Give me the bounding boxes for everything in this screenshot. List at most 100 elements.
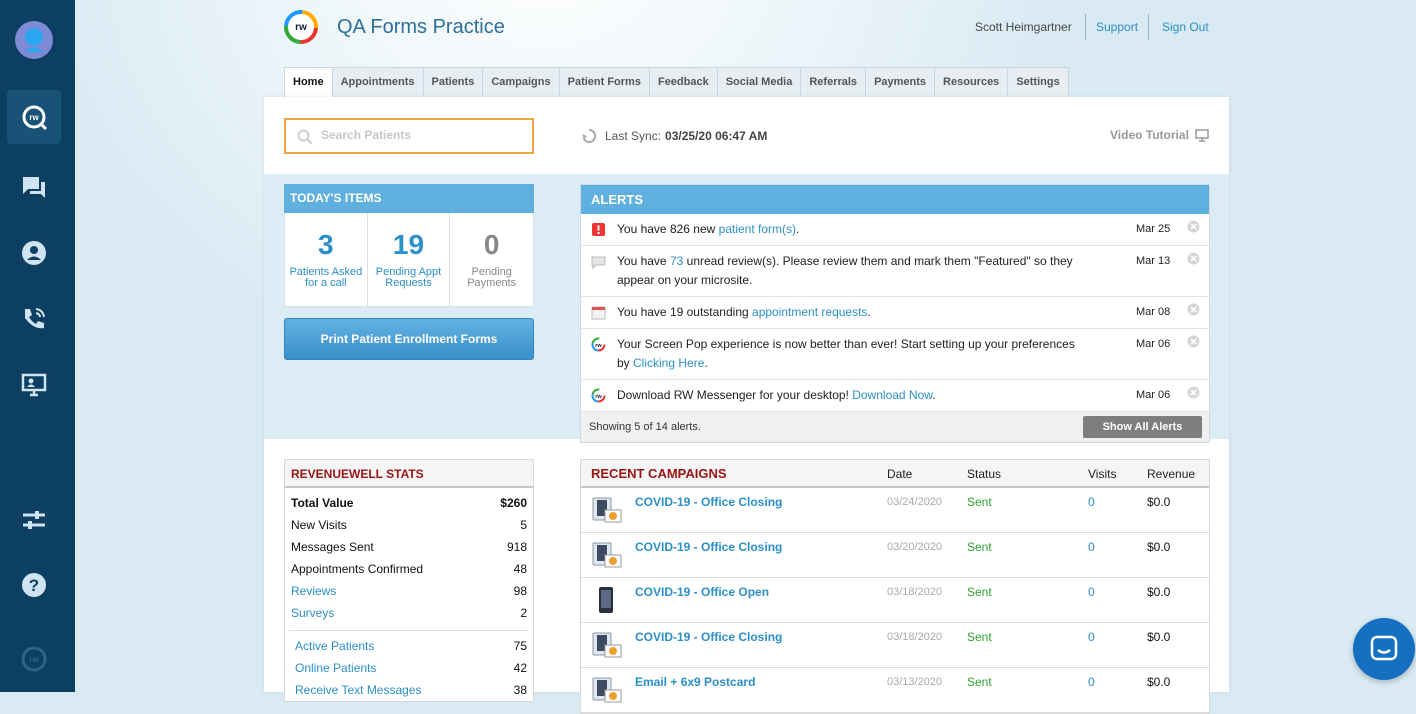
header-divider <box>1148 14 1149 40</box>
alert-link[interactable]: Download Now <box>852 388 932 402</box>
campaign-status: Sent <box>967 630 992 644</box>
tab-resources[interactable]: Resources <box>934 67 1009 97</box>
rail-calls-button[interactable] <box>7 292 61 346</box>
campaign-row: COVID-19 - Office Closing 03/18/2020 Sent 0… <box>581 623 1209 668</box>
chat-icon <box>23 177 45 198</box>
campaign-revenue: $0.0 <box>1147 495 1171 509</box>
svg-text:rw: rw <box>29 113 39 122</box>
alert-text-post: . <box>796 222 800 236</box>
campaign-visits-link[interactable]: 0 <box>1088 630 1095 644</box>
count-pending-appt-requests[interactable]: 19 Pending Appt Requests <box>368 213 451 306</box>
stats-row[interactable]: Surveys 2 <box>285 602 533 624</box>
stats-label: Online Patients <box>295 661 377 675</box>
rail-help-button[interactable]: ? <box>7 558 61 612</box>
campaign-status: Sent <box>967 495 992 509</box>
stats-row[interactable]: Reviews 98 <box>285 580 533 602</box>
tab-campaigns[interactable]: Campaigns <box>482 67 560 97</box>
rail-settings-button[interactable] <box>7 493 61 547</box>
alert-item: You have 73 unread review(s). Please rev… <box>581 246 1209 297</box>
rail-messages-button[interactable] <box>7 160 61 214</box>
tab-appointments[interactable]: Appointments <box>331 67 424 97</box>
video-tutorial-link[interactable]: Video Tutorial <box>1110 128 1209 142</box>
rail-rw-button[interactable]: rw <box>7 632 61 686</box>
tab-settings[interactable]: Settings <box>1007 67 1069 97</box>
campaign-visits-link[interactable]: 0 <box>1088 675 1095 689</box>
alert-link[interactable]: Clicking Here <box>633 356 704 370</box>
alert-text-pre: You have 19 outstanding <box>617 305 753 319</box>
stats-label: New Visits <box>291 518 347 532</box>
campaign-date: 03/24/2020 <box>887 496 943 508</box>
tab-payments[interactable]: Payments <box>865 67 936 97</box>
dismiss-alert-icon[interactable] <box>1187 220 1200 233</box>
campaign-row: Email + 6x9 Postcard 03/13/2020 Sent 0 $0.0 <box>581 668 1209 713</box>
stats-divider <box>289 630 529 631</box>
stats-label: Active Patients <box>295 639 375 653</box>
alert-link[interactable]: 73 <box>670 254 683 268</box>
stats-value: 38 <box>513 683 527 697</box>
revenuewell-stats-panel: REVENUEWELL STATS Total Value $260 New Vis… <box>284 459 534 702</box>
help-icon: ? <box>22 573 46 597</box>
alerts-panel: ALERTS You have 826 new patient form(s).… <box>580 184 1210 443</box>
campaign-visits-link[interactable]: 0 <box>1088 495 1095 509</box>
alert-link[interactable]: appointment requests <box>752 305 867 319</box>
rail-profile-button[interactable] <box>7 226 61 280</box>
print-enrollment-forms-button[interactable]: Print Patient Enrollment Forms <box>284 318 534 360</box>
monitor-icon <box>1195 128 1209 142</box>
sync-icon[interactable] <box>581 128 597 144</box>
campaign-visits-link[interactable]: 0 <box>1088 585 1095 599</box>
tab-feedback[interactable]: Feedback <box>648 67 718 97</box>
search-icon <box>297 129 313 145</box>
dismiss-alert-icon[interactable] <box>1187 386 1200 399</box>
tab-referrals[interactable]: Referrals <box>800 67 867 97</box>
dismiss-alert-icon[interactable] <box>1187 252 1200 265</box>
count-patients-asked-call[interactable]: 3 Patients Asked for a call <box>285 213 368 306</box>
user-name: Scott Heimgartner <box>975 20 1072 34</box>
tab-patient-forms[interactable]: Patient Forms <box>558 67 650 97</box>
search-box[interactable] <box>284 118 534 154</box>
count-value: 19 <box>392 229 425 260</box>
dismiss-alert-icon[interactable] <box>1187 303 1200 316</box>
campaign-status: Sent <box>967 585 992 599</box>
show-all-alerts-button[interactable]: Show All Alerts <box>1083 416 1202 438</box>
campaign-name-link[interactable]: COVID-19 - Office Closing <box>635 540 782 554</box>
header-divider <box>1085 14 1086 40</box>
stats-row: Appointments Confirmed 48 <box>285 558 533 580</box>
support-link[interactable]: Support <box>1096 20 1138 34</box>
tab-patients[interactable]: Patients <box>422 67 484 97</box>
svg-text:?: ? <box>29 576 39 595</box>
campaign-revenue: $0.0 <box>1147 675 1171 689</box>
count-pending-payments[interactable]: 0 Pending Payments <box>450 213 533 306</box>
count-label: Pending Payments <box>467 266 517 289</box>
stats-label: Appointments Confirmed <box>291 562 424 576</box>
avatar[interactable] <box>7 13 61 67</box>
campaign-revenue: $0.0 <box>1147 540 1171 554</box>
dismiss-alert-icon[interactable] <box>1187 335 1200 348</box>
search-input[interactable] <box>319 127 524 143</box>
sign-out-link[interactable]: Sign Out <box>1162 20 1209 34</box>
alert-link[interactable]: patient form(s) <box>719 222 796 236</box>
alerts-footer: Showing 5 of 14 alerts. Show All Alerts <box>581 412 1209 442</box>
campaign-name-link[interactable]: COVID-19 - Office Closing <box>635 630 782 644</box>
stats-row[interactable]: Receive Text Messages 38 <box>285 679 533 701</box>
main-page: rw QA Forms Practice Scott Heimgartner S… <box>75 0 1416 714</box>
campaign-name-link[interactable]: Email + 6x9 Postcard <box>635 675 755 689</box>
rail-screen-button[interactable] <box>7 358 61 412</box>
sync-value: 03/25/20 06:47 AM <box>665 129 768 143</box>
alert-text-post: . <box>704 356 708 370</box>
campaign-row: COVID-19 - Office Open 03/18/2020 Sent 0 $0.… <box>581 578 1209 623</box>
campaign-date: 03/18/2020 <box>887 586 943 598</box>
rail-home-button[interactable]: rw <box>7 90 61 144</box>
stats-row[interactable]: Online Patients 42 <box>285 657 533 679</box>
campaign-name-link[interactable]: COVID-19 - Office Open <box>635 585 769 599</box>
campaign-name-link[interactable]: COVID-19 - Office Closing <box>635 495 782 509</box>
tab-social-media[interactable]: Social Media <box>716 67 802 97</box>
alert-date: Mar 06 <box>1136 389 1171 401</box>
live-chat-button[interactable] <box>1353 618 1415 680</box>
tab-home[interactable]: Home <box>284 67 333 98</box>
alert-item: rw Download RW Messenger for your desktop… <box>581 380 1209 412</box>
last-sync: Last Sync: 03/25/20 06:47 AM <box>581 128 767 144</box>
count-value: 0 <box>483 229 500 260</box>
stats-row[interactable]: Active Patients 75 <box>285 635 533 657</box>
campaign-visits-link[interactable]: 0 <box>1088 540 1095 554</box>
alert-text: You have 73 unread review(s). Please rev… <box>617 254 1073 287</box>
